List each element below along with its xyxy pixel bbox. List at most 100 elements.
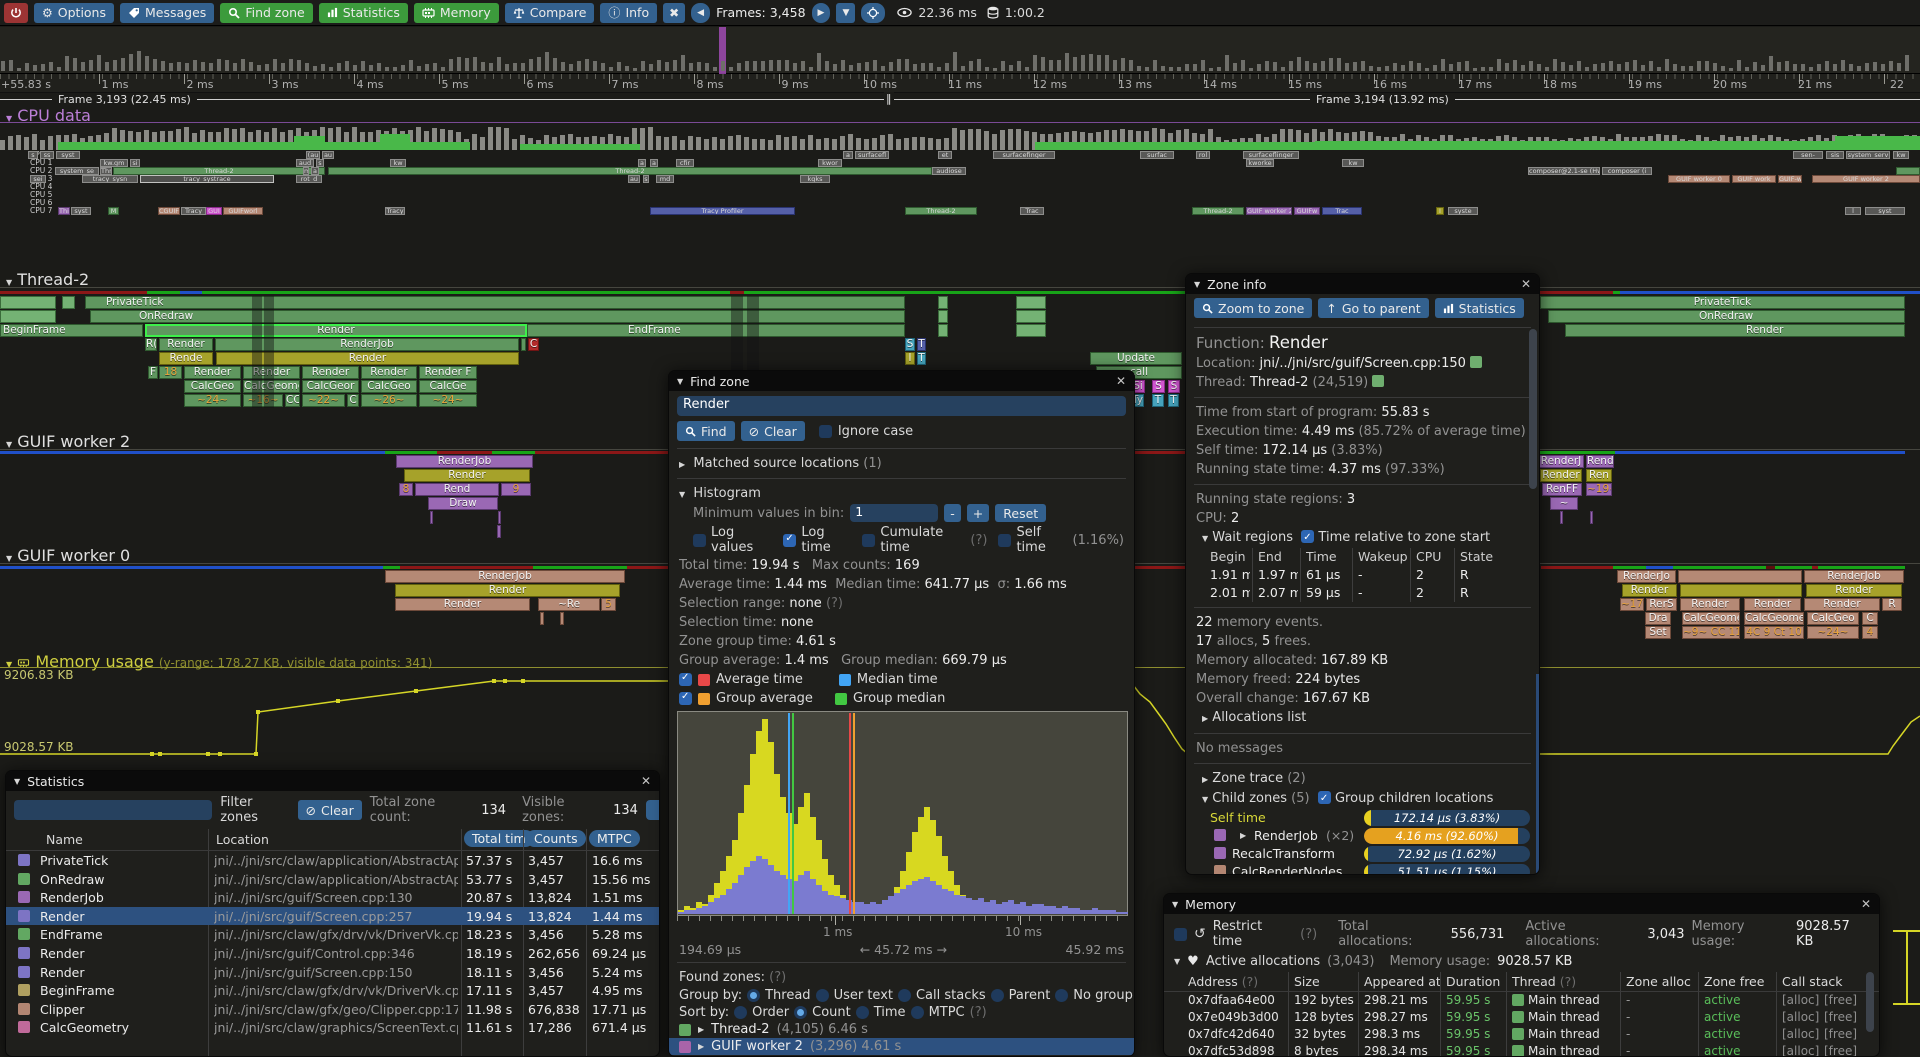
timeline-zone-renderjob[interactable]: RenderJob	[385, 570, 625, 583]
frame-band[interactable]: Frame 3,193 (22.45 ms) ‖ Frame 3,194 (13…	[0, 93, 1920, 105]
timeline-zone-set[interactable]: Set	[1645, 626, 1671, 639]
frame-bar[interactable]	[377, 63, 381, 71]
frame-bar[interactable]	[921, 63, 925, 71]
frame-bar[interactable]	[1393, 63, 1397, 71]
table-row[interactable]: 0x7e049b3d00128 bytes298.27 ms59.95 sMai…	[1164, 1009, 1879, 1026]
clear-button[interactable]: ⊘Clear	[741, 421, 805, 441]
frame-bar[interactable]	[1145, 67, 1149, 71]
cpu-zone[interactable]: surfaceflinger	[1243, 151, 1299, 159]
compare-button[interactable]: Compare	[505, 3, 595, 23]
timeline-zone-rend[interactable]: Rend	[415, 483, 499, 496]
frame-bar[interactable]	[649, 64, 653, 71]
cpu-zone[interactable]: Trac	[1322, 207, 1362, 215]
frame-bar[interactable]	[1289, 61, 1293, 71]
frame-bar[interactable]	[1081, 55, 1085, 71]
zone-info-titlebar[interactable]: ▼ Zone info ✕	[1186, 274, 1539, 294]
frame-bar[interactable]	[1329, 58, 1333, 71]
timeline-zone-c[interactable]: C	[528, 338, 539, 351]
cpu-zone[interactable]: M	[108, 207, 119, 215]
child-zone-row[interactable]: ▶RenderJob (×2)4.16 ms (92.60%)	[1186, 827, 1539, 845]
frame-bar[interactable]	[297, 60, 301, 71]
frame-bar[interactable]	[1241, 60, 1245, 71]
frame-bar[interactable]	[1033, 55, 1037, 71]
frame-bar[interactable]	[905, 59, 909, 71]
timeline-zone-calcgeo[interactable]: CalcGeo	[184, 380, 241, 393]
frame-bar[interactable]	[1473, 68, 1477, 71]
frame-bar[interactable]	[1577, 61, 1581, 71]
frame-bar[interactable]	[1089, 54, 1093, 71]
frame-bar[interactable]	[1489, 67, 1493, 71]
collapse-icon[interactable]: ▼	[1194, 280, 1200, 289]
timeline-zone[interactable]	[938, 324, 948, 337]
cpu-zone[interactable]: Thread-2	[328, 167, 932, 175]
frame-bar[interactable]	[833, 64, 837, 71]
cell[interactable]: [free]	[1824, 993, 1857, 1007]
frame-bar[interactable]	[113, 60, 117, 71]
timeline-zone-s[interactable]: S	[1152, 380, 1165, 393]
frame-bar[interactable]	[1337, 58, 1341, 71]
frame-bar[interactable]	[1401, 65, 1405, 71]
col-zone-free[interactable]: Zone free	[1704, 974, 1764, 989]
frame-bar[interactable]	[1657, 67, 1661, 71]
found-zone-group[interactable]: ▶GUIF worker 2(3,296) 4.61 s	[669, 1038, 1134, 1055]
frame-bar[interactable]	[1449, 64, 1453, 71]
frame-bar[interactable]	[41, 64, 45, 71]
frame-bar[interactable]	[569, 64, 573, 71]
frame-bar[interactable]	[889, 62, 893, 71]
timeline-zone-4[interactable]: 4	[1862, 626, 1878, 639]
cpu-zone[interactable]: kw.gm	[100, 159, 128, 167]
sort-time-radio[interactable]	[856, 1006, 869, 1019]
frame-bar[interactable]	[393, 67, 397, 71]
timeline-zone-render[interactable]: Render	[1806, 584, 1902, 597]
frame-bar[interactable]	[1313, 63, 1317, 71]
timeline-zone-rers[interactable]: RerS	[1646, 598, 1677, 611]
cpu-zone[interactable]: et	[938, 151, 952, 159]
timeline-zone-render[interactable]: Render	[1744, 598, 1801, 611]
frame-bar[interactable]	[185, 63, 189, 71]
timeline-zone-24[interactable]: ~24~	[419, 394, 477, 407]
frame-bar[interactable]	[577, 61, 581, 71]
timeline-zone-renderjob[interactable]: RenderJob	[1804, 570, 1904, 583]
frame-bar[interactable]	[129, 54, 133, 71]
frame-bar[interactable]	[529, 59, 533, 71]
frame-bar[interactable]	[1225, 55, 1229, 71]
frame-bar[interactable]	[417, 66, 421, 71]
frame-bar[interactable]	[1129, 60, 1133, 71]
frame-bar[interactable]	[1433, 65, 1437, 71]
frame-bar[interactable]	[1353, 62, 1357, 71]
frame-bar[interactable]	[961, 66, 965, 71]
frame-bar[interactable]	[1097, 55, 1101, 71]
timeline-zone-s[interactable]: S	[905, 338, 915, 351]
frame-bar[interactable]	[1281, 67, 1285, 71]
table-row[interactable]: 0x7dfc42d64032 bytes298.3 ms59.95 sMain …	[1164, 1026, 1879, 1043]
frame-bar[interactable]	[481, 62, 485, 71]
thread-header-thread-2[interactable]: ▼ Thread-2	[6, 270, 89, 289]
timeline-zone-renderjob[interactable]: RenderJob	[396, 455, 533, 468]
frame-bar[interactable]	[1681, 66, 1685, 71]
frame-bar[interactable]	[1865, 63, 1869, 71]
frame-bar[interactable]	[449, 59, 453, 71]
frame-bar[interactable]	[545, 52, 549, 72]
group-thread-radio[interactable]	[747, 989, 760, 1002]
timeline-filter-button[interactable]	[646, 800, 659, 820]
frame-bar[interactable]	[433, 63, 437, 71]
timeline-zone-render[interactable]: Render	[302, 366, 359, 379]
timeline-zone-f[interactable]: F	[148, 366, 158, 379]
frame-bar[interactable]	[209, 63, 213, 71]
frame-bar[interactable]	[913, 64, 917, 72]
frame-bar[interactable]	[553, 58, 557, 71]
frame-bar[interactable]	[1817, 64, 1821, 71]
timeline-zone-update[interactable]: Update	[1090, 352, 1182, 365]
col-mtpc-sort[interactable]: MTPC	[589, 830, 640, 847]
frame-bar[interactable]	[1841, 60, 1845, 71]
cpu-zone[interactable]: audiose	[932, 167, 966, 175]
timeline-zone-calcgeo[interactable]: CalcGeo	[361, 380, 417, 393]
cpu-zone[interactable]: Tracy	[385, 207, 405, 215]
self-time-checkbox[interactable]	[998, 534, 1011, 547]
cpu-zone[interactable]: m	[303, 167, 309, 175]
timeline-zone-render[interactable]: Render	[1622, 584, 1677, 597]
timeline-zone-calcgeo[interactable]: CalcGeo	[1807, 612, 1859, 625]
frame-bar[interactable]	[1153, 60, 1157, 71]
axis-span[interactable]: ← 45.72 ms →	[860, 942, 947, 957]
frame-bar[interactable]	[1793, 64, 1797, 71]
